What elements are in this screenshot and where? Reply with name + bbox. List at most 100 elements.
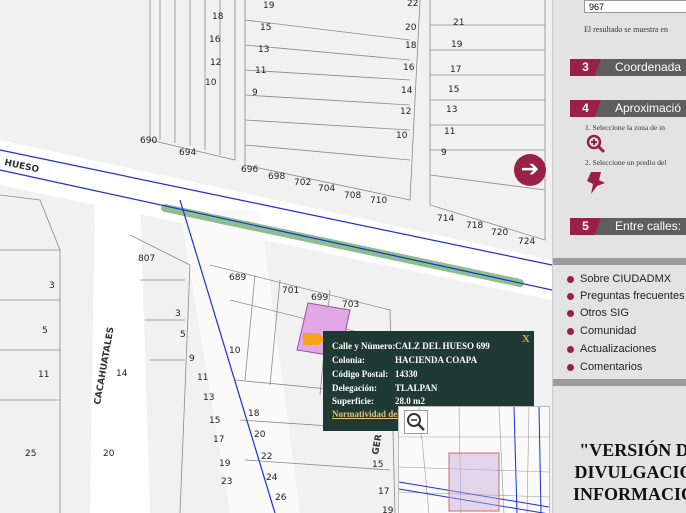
lot-number: 11 [444,127,455,137]
bullet-icon [567,275,574,283]
popup-value-postal: 14330 [395,369,418,379]
minimap-viewport[interactable] [448,452,500,512]
result-field[interactable]: 967 [584,0,686,13]
side-panel: 967 El resultado se muestra en 3 Coorden… [552,0,686,513]
step-number: 5 [570,218,601,235]
lot-number: 699 [311,293,328,303]
lot-number: 18 [212,12,224,22]
bullet-icon [567,363,574,371]
popup-close-button[interactable]: X [522,333,530,345]
lot-number: 15 [372,460,383,470]
menu-label: Comunidad [580,325,637,337]
lot-number: 19 [263,1,275,11]
lot-number: 23 [221,477,232,487]
lot-number: 13 [446,105,457,115]
lot-number: 694 [179,148,196,158]
lot-number: 5 [180,330,186,340]
menu-sobre[interactable]: Sobre CIUDADMX [567,273,671,285]
step-coordenada[interactable]: 3 Coordenada [570,59,686,76]
zoom-in-icon[interactable] [586,134,606,154]
menu-label: Actualizaciones [580,343,657,355]
lot-number: 724 [518,237,535,247]
lot-number: 17 [450,65,461,75]
popup-value-superficie: 28.0 m2 [395,396,425,406]
lot-number: 5 [42,326,48,336]
bullet-icon [567,327,574,335]
lot-number: 19 [219,459,231,469]
step-entre-calles[interactable]: 5 Entre calles: [570,218,686,235]
menu-label: Otros SIG [580,307,629,319]
lot-number: 10 [396,131,408,141]
popup-value-colonia: HACIENDA COAPA [395,355,478,365]
map-view[interactable]: HUESO CACAHUATALES GER 18 16 12 10 19 15 13 11 9… [0,0,552,513]
menu-otros-sig[interactable]: Otros SIG [567,307,629,319]
lot-number: 19 [451,40,463,50]
lot-number: 11 [38,370,49,380]
lot-number: 21 [453,18,464,28]
lot-number: 12 [400,107,411,117]
lot-number: 13 [203,393,214,403]
lot-number: 698 [268,172,285,182]
lot-number: 20 [254,430,266,440]
lot-number: 11 [255,66,266,76]
lot-number: 14 [116,369,128,379]
menu-comunidad[interactable]: Comunidad [567,325,636,337]
step-label: Entre calles: [615,219,682,233]
menu-label: Preguntas frecuentes [580,290,685,302]
popup-label-superficie: Superficie: [332,396,374,406]
step-number: 3 [570,59,601,76]
lot-number: 14 [401,86,413,96]
lot-number: 690 [140,136,157,146]
menu-preguntas[interactable]: Preguntas frecuentes [567,290,685,302]
lot-number: 18 [405,41,417,51]
step-aproximacion[interactable]: 4 Aproximació [570,100,686,117]
lot-number: 15 [209,416,220,426]
lot-number: 702 [294,178,311,188]
lot-number: 718 [466,221,483,231]
result-note: El resultado se muestra en [584,25,668,34]
instruction-zone: 1. Seleccione la zona de in [585,123,665,132]
lot-number: 17 [213,435,224,445]
menu-label: Comentarios [580,361,643,373]
lot-number: 20 [103,449,115,459]
banner-line-3: INFORMACIO [573,484,686,504]
popup-label-street: Calle y Número: [332,341,396,351]
pin-icon[interactable] [585,168,611,194]
lot-number: 18 [248,409,260,419]
panel-divider [553,379,686,386]
lot-number: 25 [25,449,36,459]
banner-line-2: DIVULGACIÓ [574,462,686,482]
lot-number: 22 [261,452,272,462]
banner-line-1: "VERSIÓN D [579,440,686,460]
lot-number: 12 [210,58,221,68]
menu-label: Sobre CIUDADMX [580,273,672,285]
menu-comentarios[interactable]: Comentarios [567,361,642,373]
magnifier-icon[interactable] [404,410,428,434]
lot-number: 10 [229,346,241,356]
popup-label-colonia: Colonia: [332,355,366,365]
popup-value-delegacion: TLALPAN [395,383,438,393]
lot-number: 710 [370,196,387,206]
lot-number: 3 [175,309,181,319]
lot-number: 807 [138,254,155,264]
lot-number: 15 [260,23,271,33]
step-label: Aproximació [615,101,682,115]
step-label: Coordenada [615,60,682,74]
lot-number: 9 [189,354,195,364]
lot-number: 20 [405,23,417,33]
lot-number: 696 [241,165,258,175]
lot-number: 11 [197,373,208,383]
popup-value-street: CALZ DEL HUESO 699 [395,341,490,351]
lot-number: 22 [407,0,418,9]
normatividad-link[interactable]: Normatividad del [332,409,400,419]
lot-number: 689 [229,273,246,283]
lot-number: 704 [318,184,335,194]
menu-actualizaciones[interactable]: Actualizaciones [567,343,656,355]
bullet-icon [567,345,574,353]
lot-number: 13 [258,45,269,55]
arrow-right-icon[interactable]: ➔ [514,154,546,186]
popup-label-postal: Código Postal: [332,369,389,379]
lot-number: 3 [49,281,55,291]
lot-number: 9 [441,148,447,158]
lot-number: 720 [491,228,508,238]
